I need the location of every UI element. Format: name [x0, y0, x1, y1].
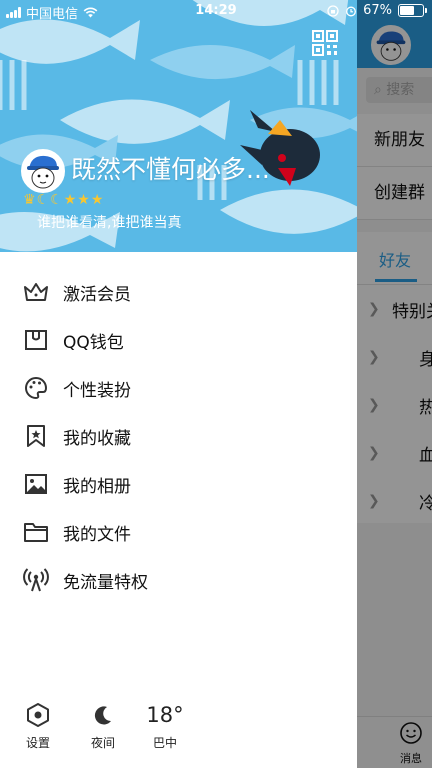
- moon-icon: [73, 700, 133, 730]
- qr-code-icon[interactable]: [312, 30, 338, 56]
- rotation-lock-icon: [327, 4, 339, 17]
- menu-item-files[interactable]: 我的文件: [0, 508, 357, 556]
- drawer-menu: 激活会员 QQ钱包 个性装扮 我的收藏 我的相册 我的文件 免流量特权: [0, 268, 357, 604]
- battery-label: 67%: [363, 3, 392, 18]
- nickname[interactable]: 既然不懂何必多...: [71, 150, 270, 186]
- alarm-icon: [346, 6, 357, 16]
- star-icon: ★: [90, 192, 104, 208]
- menu-item-favorites[interactable]: 我的收藏: [0, 412, 357, 460]
- moon-icon: ☾: [50, 192, 63, 208]
- star-icon: ★: [63, 192, 77, 208]
- bookmark-star-icon: [22, 423, 49, 450]
- menu-label: 我的收藏: [63, 428, 131, 449]
- menu-item-vip[interactable]: 激活会员: [0, 268, 357, 316]
- status-bar: 中国电信 14:29 67%: [0, 0, 432, 22]
- menu-label: 我的文件: [63, 524, 131, 545]
- night-mode-button[interactable]: 夜间: [73, 700, 133, 751]
- menu-label: 激活会员: [63, 284, 131, 305]
- antenna-icon: [22, 567, 49, 594]
- menu-label: 个性装扮: [63, 380, 131, 401]
- status-right: 67%: [327, 3, 427, 18]
- signature[interactable]: 谁把谁看清,谁把谁当真: [37, 212, 181, 232]
- menu-item-themes[interactable]: 个性装扮: [0, 364, 357, 412]
- side-drawer: 既然不懂何必多... ♛ ☾ ☾ ★ ★ ★ 谁把谁看清,谁把谁当真 激活会员 …: [0, 0, 357, 768]
- weather-widget[interactable]: 18° 巴中: [135, 700, 195, 751]
- menu-label: 免流量特权: [63, 572, 148, 593]
- weather-temperature: 18°: [146, 703, 184, 727]
- folder-icon: [22, 519, 49, 546]
- avatar[interactable]: [21, 149, 65, 193]
- settings-icon: [8, 700, 68, 730]
- night-mode-label: 夜间: [90, 736, 115, 750]
- drawer-bottom-bar: 设置 夜间 18° 巴中: [0, 700, 357, 768]
- palette-icon: [22, 375, 49, 402]
- weather-city: 巴中: [152, 736, 177, 750]
- settings-button[interactable]: 设置: [8, 700, 68, 751]
- photo-icon: [22, 471, 49, 498]
- crown-icon: [22, 279, 49, 306]
- crown-icon: ♛: [23, 192, 36, 208]
- battery-icon: [398, 4, 427, 17]
- menu-item-free-data[interactable]: 免流量特权: [0, 556, 357, 604]
- star-icon: ★: [77, 192, 90, 208]
- moon-icon: ☾: [36, 192, 50, 208]
- level-badges[interactable]: ♛ ☾ ☾ ★ ★ ★: [23, 193, 103, 208]
- menu-label: QQ钱包: [63, 332, 124, 353]
- settings-label: 设置: [25, 736, 50, 750]
- wallet-icon: [22, 327, 49, 354]
- menu-item-wallet[interactable]: QQ钱包: [0, 316, 357, 364]
- menu-item-album[interactable]: 我的相册: [0, 460, 357, 508]
- menu-label: 我的相册: [63, 476, 131, 497]
- dim-overlay[interactable]: [357, 0, 432, 768]
- profile-header[interactable]: 既然不懂何必多... ♛ ☾ ☾ ★ ★ ★ 谁把谁看清,谁把谁当真: [0, 0, 357, 252]
